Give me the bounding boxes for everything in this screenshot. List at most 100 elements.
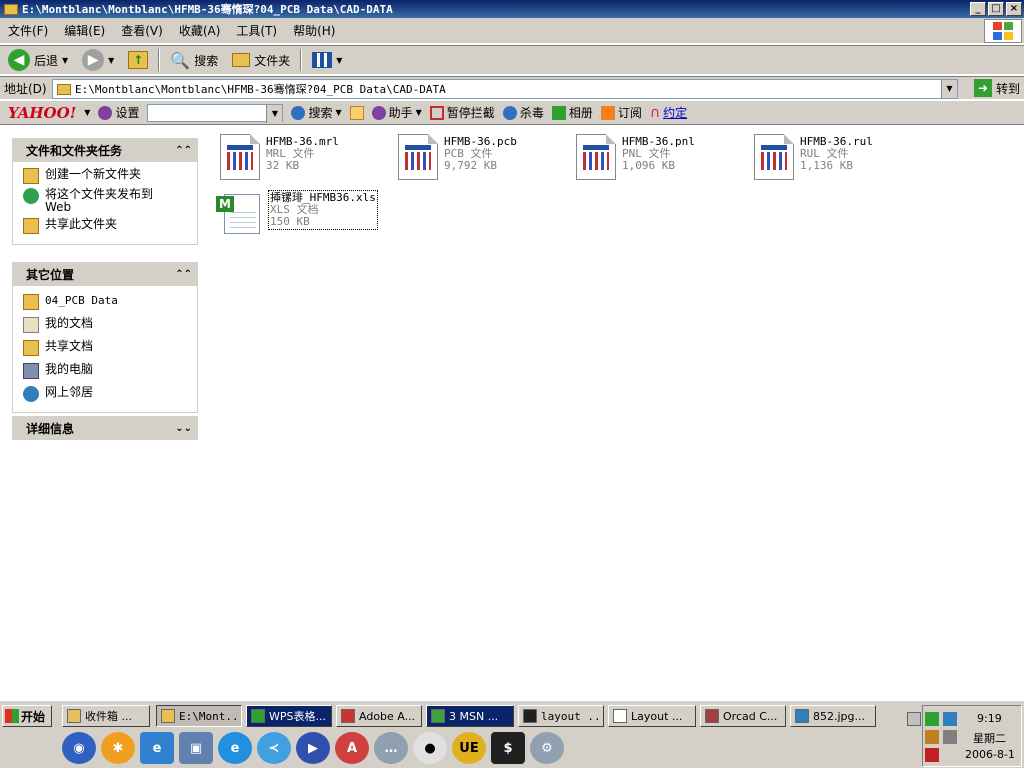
yahoo-search-input[interactable]: ▼ — [147, 103, 284, 123]
yahoo-date-link[interactable]: ∩ 约定 — [650, 104, 687, 121]
maximize-button[interactable]: □ — [988, 2, 1004, 16]
taskbar-button-layout2[interactable]: Layout ... — [608, 705, 696, 727]
tasks-panel-header[interactable]: 文件和文件夹任务 ⌃⌃ — [12, 138, 198, 162]
yahoo-assistant-button[interactable]: 助手 ▼ — [371, 104, 422, 121]
yahoo-album-button[interactable]: 相册 — [551, 104, 593, 121]
clock-time[interactable]: 9:19 — [977, 712, 1002, 725]
settings-icon[interactable]: ⚙ — [530, 732, 564, 764]
address-value: E:\Montblanc\Montblanc\HFMB-36骞惰琛?04_PCB… — [75, 83, 446, 96]
chevron-down-icon[interactable]: ▼ — [108, 56, 114, 65]
window-icon — [613, 709, 627, 723]
taskbar-label: 852.jpg... — [813, 709, 866, 723]
folders-label: 文件夹 — [254, 53, 291, 68]
menu-favorites[interactable]: 收藏(A) — [171, 22, 229, 39]
qq-penguin-icon[interactable]: ● — [413, 732, 447, 764]
antivirus-tray-icon[interactable] — [943, 730, 957, 744]
file-item[interactable]: HFMB-36.pcb PCB 文件 9,792 KB — [398, 134, 517, 180]
bird-icon[interactable]: ≺ — [257, 732, 291, 764]
taskbar-button-inbox[interactable]: 收件箱 ... — [62, 705, 150, 727]
computer-icon[interactable]: ▣ — [179, 732, 213, 764]
yahoo-settings-label: 设置 — [115, 106, 140, 120]
chevron-down-icon[interactable]: ▼ — [416, 108, 422, 117]
windows-logo-icon — [984, 19, 1022, 43]
collapse-icon[interactable]: ⌃⌃ — [175, 269, 192, 280]
taskbar-button-orcad[interactable]: Orcad C... — [700, 705, 786, 727]
firefox-icon[interactable]: ◉ — [62, 732, 96, 764]
file-item-selected[interactable]: M 揷镙琲_HFMB36.xls XLS 文档 150 KB — [216, 190, 378, 236]
chevron-down-icon[interactable]: ▼ — [336, 56, 342, 65]
file-size: 32 KB — [266, 159, 300, 172]
menu-tools[interactable]: 工具(T) — [228, 22, 285, 39]
address-input[interactable]: E:\Montblanc\Montblanc\HFMB-36骞惰琛?04_PCB… — [52, 79, 958, 99]
place-pcb-data[interactable]: 04_PCB Data — [23, 294, 197, 310]
file-item[interactable]: HFMB-36.rul RUL 文件 1,136 KB — [754, 134, 873, 180]
computer-icon — [23, 363, 39, 379]
explorer-icon[interactable]: e — [140, 732, 174, 764]
kaspersky-icon[interactable] — [925, 748, 939, 762]
views-icon — [312, 52, 333, 68]
menu-view[interactable]: 查看(V) — [113, 22, 171, 39]
yahoo-subscribe-button[interactable]: 订阅 — [600, 104, 642, 121]
forward-button[interactable]: ▶ ▼ — [78, 47, 118, 73]
search-dropdown-button[interactable]: ▼ — [266, 104, 283, 123]
yahoo-notes-button[interactable] — [349, 105, 364, 120]
taskbar-button-image[interactable]: 852.jpg... — [790, 705, 876, 727]
place-my-computer[interactable]: 我的电脑 — [23, 363, 197, 379]
yahoo-antivirus-button[interactable]: 杀毒 — [502, 104, 544, 121]
terminal-icon[interactable]: $ — [491, 732, 525, 764]
start-button[interactable]: 开始 — [2, 705, 52, 727]
place-shared-documents[interactable]: 共享文档 — [23, 340, 197, 356]
file-item[interactable]: HFMB-36.pnl PNL 文件 1,096 KB — [576, 134, 695, 180]
yahoo-settings-button[interactable]: 设置 — [98, 104, 139, 121]
chevron-down-icon[interactable]: ▼ — [335, 108, 341, 117]
place-network[interactable]: 网上邻居 — [23, 386, 197, 402]
menu-edit[interactable]: 编辑(E) — [56, 22, 113, 39]
people-icon[interactable]: ✱ — [101, 732, 135, 764]
close-button[interactable]: × — [1006, 2, 1022, 16]
yahoo-logo[interactable]: YAHOO! — [8, 104, 76, 122]
window-title-bar[interactable]: E:\Montblanc\Montblanc\HFMB-36骞惰琛?04_PCB… — [0, 0, 1024, 18]
go-button[interactable]: ➜ 转到 — [973, 79, 1020, 97]
taskbar-button-adobe[interactable]: Adobe A... — [336, 705, 422, 727]
ie-icon[interactable]: e — [218, 732, 252, 764]
folders-button[interactable]: 文件夹 — [228, 50, 294, 71]
media-player-icon[interactable]: ▶ — [296, 732, 330, 764]
network-tray-icon[interactable] — [943, 712, 957, 726]
details-panel-header[interactable]: 详细信息 ⌄⌄ — [12, 416, 198, 440]
taskbar-button-wps[interactable]: WPS表格... — [246, 705, 332, 727]
places-panel-header[interactable]: 其它位置 ⌃⌃ — [12, 262, 198, 286]
chevron-down-icon[interactable]: ▼ — [62, 56, 68, 65]
chevron-down-icon[interactable]: ▼ — [84, 108, 90, 117]
input-method-icon[interactable] — [925, 712, 939, 726]
search-button[interactable]: 🔍 搜索 — [166, 49, 222, 72]
menu-help[interactable]: 帮助(H) — [285, 22, 343, 39]
task-publish-web[interactable]: 将这个文件夹发布到 Web — [23, 188, 197, 214]
address-dropdown-button[interactable]: ▼ — [941, 80, 957, 98]
task-share-folder[interactable]: 共享此文件夹 — [23, 218, 197, 234]
address-label: 地址(D) — [4, 81, 47, 96]
up-folder-button[interactable]: ↑ — [124, 49, 152, 71]
task-new-folder[interactable]: 创建一个新文件夹 — [23, 168, 197, 184]
taskbar-button-explorer[interactable]: E:\Mont... — [156, 705, 242, 727]
minimize-button[interactable]: _ — [970, 2, 986, 16]
file-item[interactable]: HFMB-36.mrl MRL 文件 32 KB — [220, 134, 339, 180]
yahoo-album-label: 相册 — [568, 106, 593, 120]
chat-icon[interactable]: … — [374, 732, 408, 764]
back-button[interactable]: ◀ 后退 ▼ — [4, 47, 72, 73]
file-size: 150 KB — [270, 215, 310, 228]
toolbar-separator — [300, 49, 303, 71]
ultraedit-icon[interactable]: UE — [452, 732, 486, 764]
taskbar-label: WPS表格... — [269, 710, 326, 723]
yahoo-search-button[interactable]: 搜索 ▼ — [291, 104, 342, 121]
keyboard-icon[interactable] — [907, 712, 921, 726]
collapse-icon[interactable]: ⌃⌃ — [175, 145, 192, 156]
yahoo-block-button[interactable]: 暂停拦截 — [429, 104, 495, 121]
volume-icon[interactable] — [925, 730, 939, 744]
taskbar-button-msn[interactable]: 3 MSN ... — [426, 705, 514, 727]
taskbar-button-layout1[interactable]: layout ... — [518, 705, 604, 727]
views-button[interactable]: ▼ — [308, 50, 346, 70]
menu-file[interactable]: 文件(F) — [0, 22, 56, 39]
expand-icon[interactable]: ⌄⌄ — [175, 423, 192, 434]
place-my-documents[interactable]: 我的文档 — [23, 317, 197, 333]
acrobat-icon[interactable]: A — [335, 732, 369, 764]
